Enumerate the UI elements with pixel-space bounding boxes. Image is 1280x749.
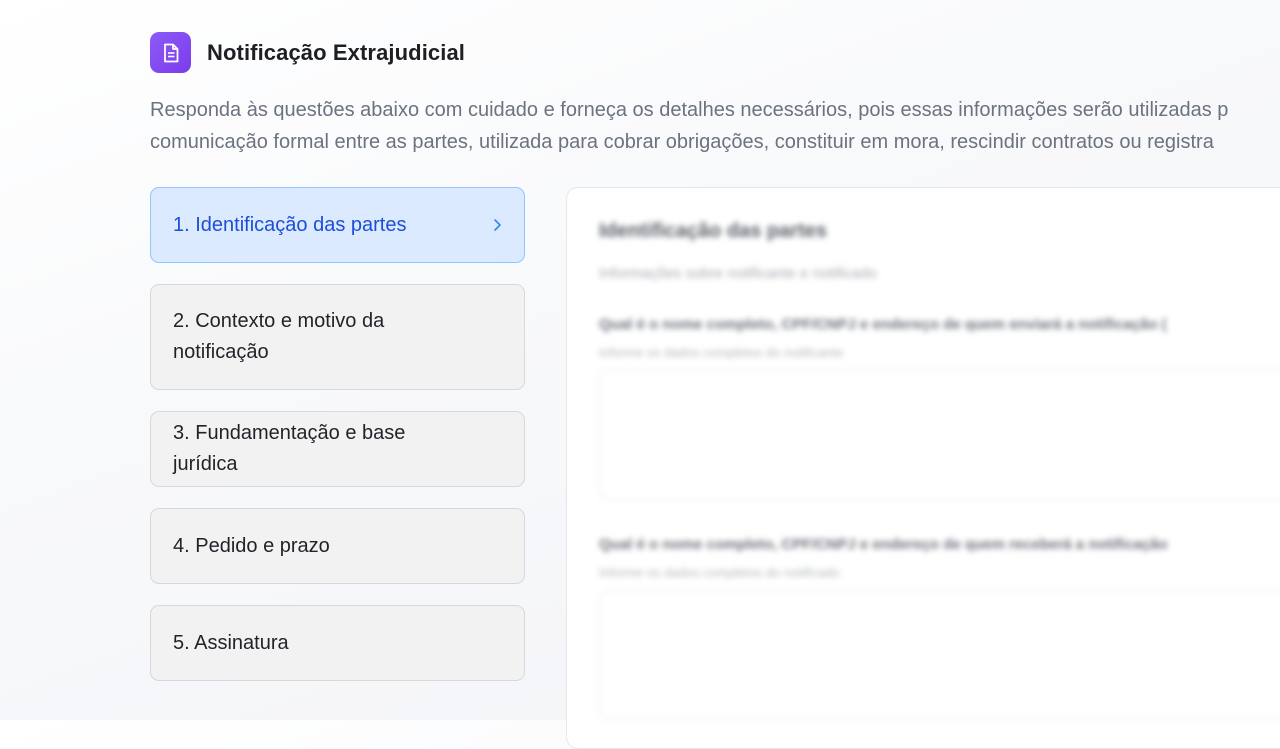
- page-header: Notificação Extrajudicial: [150, 32, 465, 73]
- step-label: 5. Assinatura: [173, 631, 289, 654]
- question-notificado-label: Qual é o nome completo, CPF/CNPJ e ender…: [599, 536, 1168, 553]
- step-identificacao[interactable]: 1. Identificação das partes: [150, 187, 525, 263]
- chevron-right-icon: [492, 218, 502, 232]
- document-icon: [150, 32, 191, 73]
- step-contexto[interactable]: 2. Contexto e motivo da notificação: [150, 284, 525, 390]
- step-assinatura[interactable]: 5. Assinatura: [150, 605, 525, 681]
- steps-sidebar: 1. Identificação das partes 2. Contexto …: [150, 187, 525, 702]
- notificado-textarea[interactable]: [599, 590, 1280, 720]
- question-notificado-hint: Informe os dados completos do notificado: [599, 565, 840, 580]
- step-label: 2. Contexto e motivo da notificação: [173, 310, 385, 363]
- step-label: 1. Identificação das partes: [173, 213, 407, 236]
- panel-subtitle: Informações sobre notificante e notifica…: [599, 265, 877, 282]
- page-description: Responda às questões abaixo com cuidado …: [150, 94, 1280, 158]
- panel-title: Identificação das partes: [599, 220, 827, 242]
- description-line-2: comunicação formal entre as partes, util…: [150, 131, 1214, 153]
- form-panel: Identificação das partes Informações sob…: [566, 187, 1280, 749]
- step-fundamentacao[interactable]: 3. Fundamentação e base jurídica: [150, 411, 525, 487]
- notificante-textarea[interactable]: [599, 370, 1280, 500]
- page-title: Notificação Extrajudicial: [207, 39, 466, 65]
- question-notificante-label: Qual é o nome completo, CPF/CNPJ e ender…: [599, 316, 1167, 333]
- step-label: 4. Pedido e prazo: [173, 534, 330, 557]
- question-notificante-hint: Informe os dados completos do notificant…: [599, 345, 844, 360]
- step-label: 3. Fundamentação e base jurídica: [173, 422, 406, 475]
- description-line-1: Responda às questões abaixo com cuidado …: [150, 99, 1229, 121]
- step-pedido[interactable]: 4. Pedido e prazo: [150, 508, 525, 584]
